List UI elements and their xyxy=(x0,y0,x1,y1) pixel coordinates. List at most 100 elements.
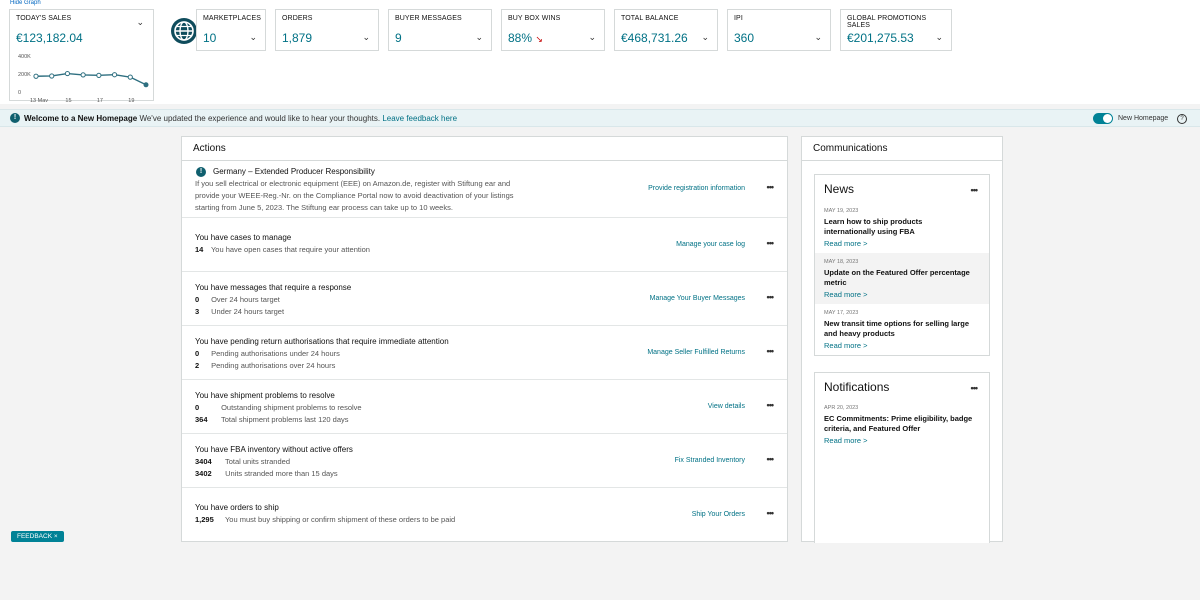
metric-value: 88% ↘ xyxy=(508,31,543,45)
x-tick-label: 13 May xyxy=(30,98,48,102)
action-count: 0 xyxy=(195,403,200,412)
read-more-link[interactable]: Read more > xyxy=(824,436,989,445)
action-item-text: Pending authorisations under 24 hours xyxy=(211,349,340,358)
action-count: 14 xyxy=(195,245,204,254)
ipi-card[interactable]: IPI 360 ⌄ xyxy=(727,9,831,51)
action-item: 364 Total shipment problems last 120 day… xyxy=(195,415,349,424)
more-options-icon[interactable]: ••• xyxy=(767,346,775,356)
provide-registration-link[interactable]: Provide registration information xyxy=(648,185,745,192)
news-date: MAY 18, 2023 xyxy=(824,259,859,265)
new-homepage-label: New Homepage xyxy=(1118,115,1169,122)
alert-line: starting from June 5, 2023. The Stiftung… xyxy=(195,203,453,212)
notification-headline: EC Commitments: Prime eligibility, badge… xyxy=(824,414,973,433)
view-details-link[interactable]: View details xyxy=(708,403,745,410)
metric-label: BUYER MESSAGES xyxy=(395,15,462,22)
action-item: 3404 Total units stranded xyxy=(195,457,290,466)
more-options-icon[interactable]: ••• xyxy=(767,400,775,410)
action-item-text: Total shipment problems last 120 days xyxy=(220,415,349,424)
action-item: 2 Pending authorisations over 24 hours xyxy=(195,361,335,370)
chevron-down-icon[interactable]: ⌄ xyxy=(814,32,822,43)
action-row-cases: You have cases to manage 14 You have ope… xyxy=(182,218,787,272)
chevron-down-icon[interactable]: ⌄ xyxy=(475,32,483,43)
help-icon[interactable]: ? xyxy=(1177,114,1187,124)
action-item-text: You must buy shipping or confirm shipmen… xyxy=(224,515,456,524)
sales-point xyxy=(96,72,102,78)
action-count: 364 xyxy=(195,415,208,424)
more-options-icon[interactable]: ••• xyxy=(767,292,775,302)
action-row-orders: You have orders to ship 1,295 You must b… xyxy=(182,488,787,541)
action-item: 1,295 You must buy shipping or confirm s… xyxy=(195,515,455,524)
global-promotions-card[interactable]: GLOBAL PROMOTIONS SALES €201,275.53 ⌄ xyxy=(840,9,952,51)
metric-label: TOTAL BALANCE xyxy=(621,15,679,22)
manage-returns-link[interactable]: Manage Seller Fulfilled Returns xyxy=(647,349,745,356)
x-tick-label: 19 xyxy=(128,98,134,102)
action-count: 3402 xyxy=(195,469,212,478)
action-item-text: Over 24 hours target xyxy=(211,295,280,304)
buyer-messages-card[interactable]: BUYER MESSAGES 9 ⌄ xyxy=(388,9,492,51)
read-more-link[interactable]: Read more > xyxy=(824,341,989,350)
chevron-down-icon[interactable]: ⌄ xyxy=(588,32,596,43)
action-title: You have FBA inventory without active of… xyxy=(195,445,353,454)
more-options-icon[interactable]: ••• xyxy=(767,238,775,248)
sales-point xyxy=(80,72,86,78)
welcome-banner: ! Welcome to a New Homepage We've update… xyxy=(0,109,1200,127)
action-title: You have pending return authorisations t… xyxy=(195,337,449,346)
more-options-icon[interactable]: ••• xyxy=(767,508,775,518)
orders-card[interactable]: ORDERS 1,879 ⌄ xyxy=(275,9,379,51)
chevron-down-icon[interactable]: ⌄ xyxy=(249,32,257,43)
fix-stranded-inventory-link[interactable]: Fix Stranded Inventory xyxy=(675,457,745,464)
new-homepage-toggle[interactable] xyxy=(1093,113,1113,124)
news-item[interactable]: MAY 18, 2023 Update on the Featured Offe… xyxy=(815,253,989,304)
action-title: You have shipment problems to resolve xyxy=(195,391,335,400)
communications-panel: Communications News ••• MAY 19, 2023 Lea… xyxy=(801,136,1003,543)
read-more-link[interactable]: Read more > xyxy=(824,290,989,299)
more-options-icon[interactable]: ••• xyxy=(971,185,979,195)
welcome-text: Welcome to a New Homepage We've updated … xyxy=(24,114,457,123)
action-row-shipment: You have shipment problems to resolve 0 … xyxy=(182,380,787,434)
trend-down-icon: ↘ xyxy=(535,34,543,44)
manage-buyer-messages-link[interactable]: Manage Your Buyer Messages xyxy=(650,295,745,302)
action-title: You have cases to manage xyxy=(195,233,292,242)
total-balance-card[interactable]: TOTAL BALANCE €468,731.26 ⌄ xyxy=(614,9,718,51)
metric-label: IPI xyxy=(734,15,743,22)
action-count: 2 xyxy=(195,361,200,370)
read-more-link[interactable]: Read more > xyxy=(824,239,989,248)
alert-row: ! Germany – Extended Producer Responsibi… xyxy=(182,161,787,218)
news-date: MAY 19, 2023 xyxy=(824,208,859,214)
more-options-icon[interactable]: ••• xyxy=(767,182,775,192)
actions-panel: Actions ! Germany – Extended Producer Re… xyxy=(181,136,788,542)
sales-point xyxy=(33,73,39,79)
action-item-text: You have open cases that require your at… xyxy=(210,245,370,254)
sales-sparkline: 400K 200K 0 13 May 15 17 19 xyxy=(18,54,149,102)
chevron-down-icon[interactable]: ⌄ xyxy=(935,32,943,43)
chevron-down-icon[interactable]: ⌄ xyxy=(136,17,144,28)
marketplaces-card[interactable]: MARKETPLACES 10 ⌄ xyxy=(196,9,266,51)
alert-line: If you sell electrical or electronic equ… xyxy=(195,179,511,188)
ship-your-orders-link[interactable]: Ship Your Orders xyxy=(692,511,745,518)
y-tick-label: 400K xyxy=(18,54,31,60)
feedback-button[interactable]: FEEDBACK × xyxy=(11,531,64,542)
todays-sales-card[interactable]: TODAY'S SALES ⌄ €123,182.04 400K 200K 0 13 … xyxy=(9,9,154,102)
chevron-down-icon[interactable]: ⌄ xyxy=(362,32,370,43)
metric-value: 9 xyxy=(395,31,402,45)
manage-case-log-link[interactable]: Manage your case log xyxy=(676,241,745,248)
action-count: 1,295 xyxy=(195,515,214,524)
y-tick-label: 0 xyxy=(18,90,21,96)
more-options-icon[interactable]: ••• xyxy=(971,383,979,393)
news-headline: Learn how to ship products international… xyxy=(824,217,923,236)
action-item-text: Under 24 hours target xyxy=(211,307,285,316)
more-options-icon[interactable]: ••• xyxy=(767,454,775,464)
metric-label: MARKETPLACES xyxy=(203,15,261,22)
notification-item[interactable]: APR 20, 2023 EC Commitments: Prime eligi… xyxy=(815,399,989,454)
notifications-title: Notifications xyxy=(824,380,890,394)
news-item[interactable]: MAY 17, 2023 New transit time options fo… xyxy=(815,304,989,355)
action-item-text: Units stranded more than 15 days xyxy=(225,469,338,478)
buy-box-value: 88% xyxy=(508,31,533,45)
hide-graph-link[interactable]: Hide Graph xyxy=(10,0,41,6)
buy-box-wins-card[interactable]: BUY BOX WINS 88% ↘ ⌄ xyxy=(501,9,605,51)
leave-feedback-link[interactable]: Leave feedback here xyxy=(382,114,457,123)
action-item: 14 You have open cases that require your… xyxy=(195,245,370,254)
chevron-down-icon[interactable]: ⌄ xyxy=(701,32,709,43)
news-item[interactable]: MAY 19, 2023 Learn how to ship products … xyxy=(815,202,989,253)
metric-label: GLOBAL PROMOTIONS SALES xyxy=(847,15,927,29)
